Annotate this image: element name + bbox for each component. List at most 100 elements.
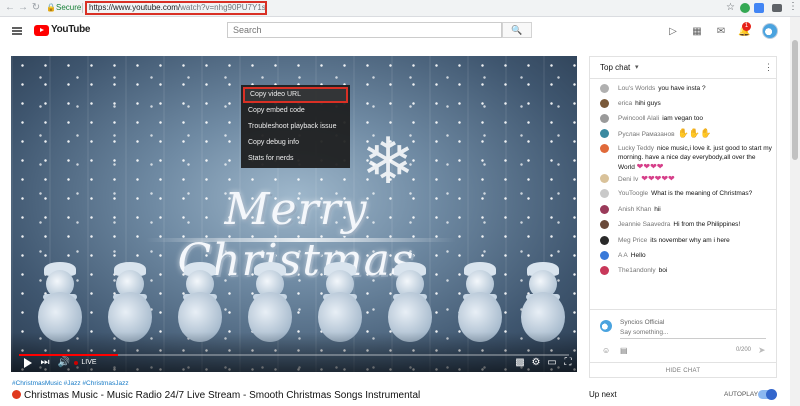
snowman-figure [313,256,367,342]
upload-video-icon[interactable]: ▷ [667,26,679,38]
chat-text: its november why am i here [650,237,730,244]
chat-text: iam vegan too [662,115,704,122]
apps-grid-icon[interactable]: ▦ [691,26,703,38]
chat-header: Top chat ▾ ⋮ [590,57,776,79]
chat-text: Hi from the Philippines! [673,221,741,228]
youtube-header: YouTube 🔍 ▷ ▦ ✉ 🔔 1 [0,17,790,47]
avatar [600,266,609,275]
copy-embed-code-item[interactable]: Copy embed code [241,103,350,119]
autoplay-toggle[interactable] [758,389,777,400]
extension-icon[interactable] [772,4,782,12]
chat-author[interactable]: Meg Price [618,237,647,244]
notification-badge: 1 [742,22,751,31]
live-chat-panel: Top chat ▾ ⋮ Lou's Worlds you have insta … [589,56,777,378]
snowman-figure [103,256,157,342]
art-underline [146,238,456,242]
chat-author[interactable]: Lou's Worlds [618,85,655,92]
autoplay-label: AUTOPLAY [724,391,759,398]
chat-author[interactable]: A A [618,252,628,259]
settings-gear-icon[interactable]: ⚙ [530,357,542,369]
forward-arrow-icon[interactable]: → [17,2,29,14]
chat-text: boi [658,267,668,274]
youtube-wordmark[interactable]: YouTube [51,24,91,35]
chat-input[interactable] [620,327,766,339]
avatar [600,114,609,123]
search-input[interactable] [227,22,502,38]
chat-text: Hello [630,252,646,259]
troubleshoot-playback-item[interactable]: Troubleshoot playback issue [241,119,350,135]
address-bar[interactable]: https://www.youtube.com/watch?v=nhg90PU7… [85,1,267,15]
fullscreen-icon[interactable]: ⛶ [562,357,574,369]
bookmark-star-icon[interactable]: ☆ [726,2,735,13]
back-arrow-icon[interactable]: ← [4,2,16,14]
raised-hands-emoji: ✋✋✋ [677,128,712,138]
progress-bar[interactable] [19,354,569,356]
browser-toolbar: ← → ↻ 🔒 Secure https://www.youtube.com/w… [0,0,800,17]
chat-author[interactable]: Lucky Teddy [618,145,654,152]
chat-text: hii [654,206,661,213]
next-icon[interactable]: ⏭ [39,357,51,369]
video-hashtags[interactable]: #ChristmasMusic #Jazz #ChristmasJazz [12,380,129,387]
play-icon[interactable] [23,357,33,369]
lock-icon: 🔒 [46,3,56,12]
heart-emojis-icon: ❤❤❤❤❤ [641,174,675,183]
chat-author[interactable]: Руслан Рамазанов [618,131,675,138]
chat-text: you have insta ? [658,85,706,92]
reload-icon[interactable]: ↻ [30,2,42,14]
chat-author[interactable]: Pwincooll Alali [618,115,659,122]
secure-label: Secure [56,3,82,12]
translate-icon[interactable] [754,3,764,13]
chat-text: hihi guys [635,100,661,107]
more-options-icon[interactable]: ⋮ [764,62,773,73]
player-context-menu: Copy video URL Copy embed code Troublesh… [241,85,350,168]
avatar [600,320,612,332]
theater-mode-icon[interactable]: ▭ [546,357,558,369]
chat-author[interactable]: erica [618,100,632,107]
extension-icon[interactable] [740,3,750,13]
live-label[interactable]: LIVE [79,357,99,369]
avatar [600,205,609,214]
chat-text: What is the meaning of Christmas? [651,190,753,197]
snowman-figure [383,256,437,342]
volume-icon[interactable]: 🔊 [57,357,71,369]
avatar [600,129,609,138]
avatar [600,189,609,198]
composer-username: Syncios Official [620,319,665,326]
emoji-picker-icon[interactable]: ☺ [602,346,610,355]
snowman-figure [173,256,227,342]
messages-icon[interactable]: ✉ [715,26,727,38]
stats-for-nerds-item[interactable]: Stats for nerds [241,151,350,167]
chat-message: Lucky Teddy nice music,i love it. just go… [600,144,772,174]
search-button[interactable]: 🔍 [502,22,532,38]
scrollbar-thumb[interactable] [792,40,798,160]
snowman-figure [243,256,297,342]
avatar [600,144,609,153]
chat-author[interactable]: Deni Iv [618,176,638,183]
copy-video-url-item[interactable]: Copy video URL [243,87,348,103]
hide-chat-button[interactable]: HIDE CHAT [590,362,776,378]
snowman-figure [453,256,507,342]
url-host: https://www.youtube.com/ [89,3,181,12]
url-path: watch?v=nhg90PU7Y1s [180,3,266,12]
hamburger-menu-icon[interactable] [12,27,22,35]
snowman-figure [33,256,87,342]
snowman-figure [516,256,570,342]
video-title: Christmas Music - Music Radio 24/7 Live … [24,390,421,401]
avatar [600,84,609,93]
account-avatar[interactable] [762,23,778,39]
avatar [600,99,609,108]
super-chat-icon[interactable]: ▤ [620,346,628,355]
chat-author[interactable]: YouToogle [618,190,648,197]
video-title-row: Christmas Music - Music Radio 24/7 Live … [12,390,420,401]
send-icon[interactable]: ➤ [758,345,766,356]
chat-author[interactable]: Jeannie Saavedra [618,221,670,228]
chevron-down-icon[interactable]: ▾ [635,63,639,71]
chat-mode-title[interactable]: Top chat [600,63,630,72]
browser-menu-icon[interactable]: ⋮ [788,1,798,12]
subtitles-icon[interactable]: ▩ [514,357,526,369]
avatar [600,236,609,245]
chat-author[interactable]: The1andonly [618,267,656,274]
chat-author[interactable]: Anish Khan [618,206,651,213]
copy-debug-info-item[interactable]: Copy debug info [241,135,350,151]
youtube-logo-icon[interactable] [34,25,49,36]
